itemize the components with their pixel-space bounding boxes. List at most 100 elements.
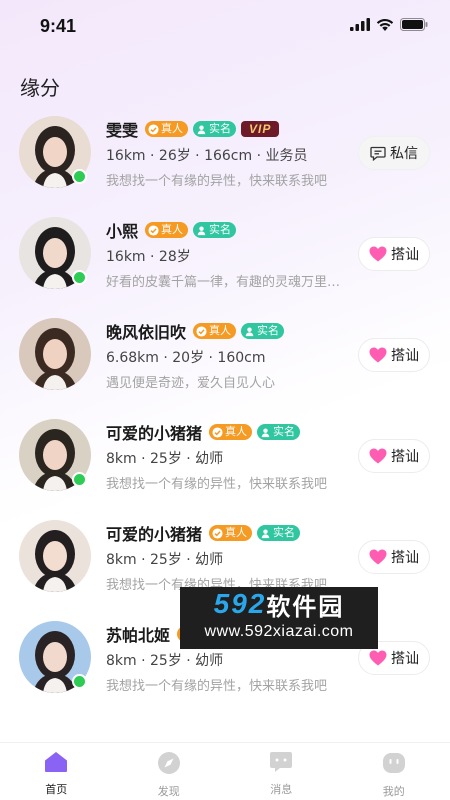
user-name: 晚风依旧吹	[106, 323, 187, 342]
greet-button[interactable]: 搭讪	[358, 237, 430, 271]
online-indicator	[72, 674, 87, 689]
greet-button[interactable]: 搭讪	[358, 540, 430, 574]
action-label: 私信	[390, 146, 418, 162]
profile-icon	[382, 751, 406, 779]
page-title: 缘分	[20, 76, 60, 100]
action-label: 搭讪	[391, 550, 419, 566]
verified-badge-label: 实名	[273, 526, 296, 539]
message-button[interactable]: 私信	[358, 136, 430, 170]
tab-label: 发现	[157, 785, 180, 798]
avatar-photo	[19, 520, 91, 592]
avatar[interactable]	[19, 520, 91, 592]
message-icon	[370, 146, 386, 161]
avatar[interactable]	[19, 419, 91, 491]
online-indicator	[72, 169, 87, 184]
real-person-badge: 真人	[209, 525, 253, 541]
tab-discover[interactable]: 发现	[113, 743, 226, 800]
user-name: 可爱的小猪猪	[106, 424, 203, 443]
tab-home[interactable]: 首页	[0, 743, 113, 800]
greet-button[interactable]: 搭讪	[358, 439, 430, 473]
verified-badge: 实名	[193, 222, 237, 238]
verified-badge-label: 实名	[209, 122, 232, 135]
action-label: 搭讪	[391, 348, 419, 364]
user-card[interactable]: 晚风依旧吹 真人 实名 6.68km · 20岁 · 160cm 遇见便是奇迹，爱…	[0, 314, 450, 415]
verified-badge: 实名	[257, 525, 301, 541]
signal-icon	[350, 18, 370, 31]
battery-icon	[400, 18, 428, 31]
tab-label: 消息	[270, 783, 293, 796]
real-person-badge: 真人	[145, 121, 189, 137]
watermark-brand: 592 软件园	[180, 587, 378, 621]
tab-profile[interactable]: 我的	[338, 743, 450, 800]
message-icon	[269, 751, 293, 777]
watermark: 592 软件园 www.592xiazai.com	[180, 587, 378, 649]
tab-label: 首页	[45, 783, 68, 796]
user-info: 8km · 25岁 · 幼师	[106, 451, 224, 467]
user-info: 16km · 26岁 · 166cm · 业务员	[106, 148, 308, 164]
heart-icon	[369, 347, 387, 363]
home-icon	[44, 751, 68, 777]
name-row: 晚风依旧吹 真人 实名	[106, 320, 285, 342]
real-person-badge-label: 真人	[161, 223, 184, 236]
user-bio: 好看的皮囊千篇一律，有趣的灵魂万里挑一	[106, 275, 352, 290]
user-info: 8km · 25岁 · 幼师	[106, 552, 224, 568]
user-name: 苏帕北姬	[106, 626, 171, 645]
real-person-badge-label: 真人	[209, 324, 232, 337]
tab-message[interactable]: 消息	[225, 743, 338, 800]
user-bio: 我想找一个有缘的异性，快来联系我吧	[106, 174, 328, 189]
watermark-text: 软件园	[266, 593, 345, 621]
status-bar: 9:41	[0, 0, 450, 54]
avatar-photo	[19, 318, 91, 390]
user-card[interactable]: 可爱的小猪猪 真人 实名 8km · 25岁 · 幼师 我想找一个有缘的异性，快来…	[0, 415, 450, 516]
tab-label: 我的	[382, 785, 405, 798]
action-label: 搭讪	[391, 247, 419, 263]
user-bio: 我想找一个有缘的异性，快来联系我吧	[106, 679, 328, 694]
verified-badge-label: 实名	[257, 324, 280, 337]
user-name: 雯雯	[106, 121, 139, 140]
real-person-badge: 真人	[193, 323, 237, 339]
online-indicator	[72, 472, 87, 487]
real-person-badge: 真人	[145, 222, 189, 238]
real-person-badge: 真人	[209, 424, 253, 440]
real-person-badge-label: 真人	[225, 425, 248, 438]
verified-badge: 实名	[241, 323, 285, 339]
name-row: 雯雯 真人 实名 VIP	[106, 118, 280, 140]
user-name: 小熙	[106, 222, 139, 241]
action-label: 搭讪	[391, 651, 419, 667]
wifi-icon	[376, 19, 394, 31]
greet-button[interactable]: 搭讪	[358, 338, 430, 372]
avatar[interactable]	[19, 217, 91, 289]
real-person-badge-label: 真人	[225, 526, 248, 539]
avatar[interactable]	[19, 318, 91, 390]
verified-badge: 实名	[257, 424, 301, 440]
user-card[interactable]: 雯雯 真人 实名 VIP 16km · 26岁 · 166cm · 业务员 我想找一…	[0, 112, 450, 213]
user-name: 可爱的小猪猪	[106, 525, 203, 544]
heart-icon	[369, 246, 387, 262]
real-person-badge-label: 真人	[161, 122, 184, 135]
verified-badge: 实名	[193, 121, 237, 137]
name-row: 可爱的小猪猪 真人 实名	[106, 522, 301, 544]
tab-bar: 首页 发现 消息 我的	[0, 742, 450, 800]
avatar[interactable]	[19, 621, 91, 693]
name-row: 可爱的小猪猪 真人 实名	[106, 421, 301, 443]
status-icons	[350, 18, 428, 31]
name-row: 小熙 真人 实名	[106, 219, 237, 241]
heart-icon	[369, 650, 387, 666]
vip-badge: VIP	[241, 121, 280, 137]
verified-badge-label: 实名	[273, 425, 296, 438]
verified-badge-label: 实名	[209, 223, 232, 236]
heart-icon	[369, 448, 387, 464]
avatar[interactable]	[19, 116, 91, 188]
action-label: 搭讪	[391, 449, 419, 465]
user-bio: 我想找一个有缘的异性，快来联系我吧	[106, 477, 328, 492]
watermark-url: www.592xiazai.com	[204, 623, 354, 640]
user-bio: 遇见便是奇迹，爱久自见人心	[106, 376, 276, 391]
discover-icon	[157, 751, 181, 779]
user-info: 6.68km · 20岁 · 160cm	[106, 350, 266, 366]
user-info: 8km · 25岁 · 幼师	[106, 653, 224, 669]
user-info: 16km · 28岁	[106, 249, 191, 265]
heart-icon	[369, 549, 387, 565]
watermark-number: 592	[213, 588, 267, 619]
status-time: 9:41	[40, 16, 77, 36]
user-card[interactable]: 小熙 真人 实名 16km · 28岁 好看的皮囊千篇一律，有趣的灵魂万里挑一 搭…	[0, 213, 450, 314]
